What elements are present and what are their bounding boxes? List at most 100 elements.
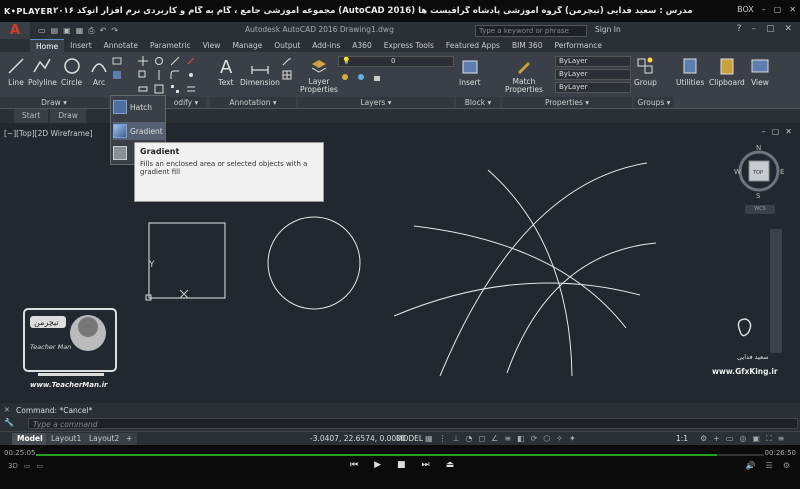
search-input[interactable]: Type a keyword or phrase [475, 25, 587, 37]
lineweight-icon[interactable]: ≡ [504, 434, 511, 443]
ribbon-tab-output[interactable]: Output [268, 39, 306, 52]
ribbon-tab-performance[interactable]: Performance [548, 39, 608, 52]
redo-icon[interactable]: ↷ [111, 26, 118, 36]
drawn-rectangle[interactable] [148, 222, 226, 299]
plot-icon[interactable]: ⎙ [88, 26, 94, 36]
transparency-icon[interactable]: ◧ [517, 434, 525, 443]
file-tab-start[interactable]: Start [14, 109, 49, 123]
circle-tool-button[interactable]: Circle [61, 56, 82, 87]
viewcube[interactable]: TOP N S E W [734, 144, 784, 200]
flyout-gradient-item[interactable]: Gradient [113, 122, 165, 140]
ribbon-tab-featured-apps[interactable]: Featured Apps [440, 39, 506, 52]
help-icon[interactable]: ? [737, 24, 742, 34]
file-tab-drawing[interactable]: Draw [50, 109, 86, 123]
player-previous-icon[interactable]: ⏮ [350, 460, 358, 470]
insert-block-button[interactable]: Insert [459, 56, 481, 87]
polar-icon[interactable]: ◔ [466, 434, 473, 443]
table-icon[interactable] [282, 70, 292, 80]
customization-icon[interactable]: ≡ [778, 434, 785, 444]
ribbon-tab-bim-360[interactable]: BIM 360 [506, 39, 549, 52]
model-space-button[interactable]: MODEL [396, 434, 423, 443]
ribbon-tab-view[interactable]: View [197, 39, 227, 52]
drawn-arc-4[interactable] [413, 225, 627, 329]
block-panel-footer[interactable]: Block ▾ [456, 97, 500, 108]
ribbon-tab-add-ins[interactable]: Add-ins [306, 39, 346, 52]
player-settings-icon[interactable]: ⚙ [783, 461, 790, 470]
otrack-icon[interactable]: ∠ [491, 434, 498, 443]
restore-icon[interactable]: ▢ [766, 24, 775, 34]
player-maximize-icon[interactable]: ▢ [774, 5, 782, 14]
rectangle-icon[interactable] [112, 56, 122, 66]
drawing-canvas[interactable]: [−][Top][2D Wireframe] – ▢ ✕ Y TOP N S E… [0, 123, 800, 403]
command-close-icon[interactable]: ✕ [4, 406, 10, 414]
grid-icon[interactable]: ▦ [425, 434, 433, 443]
ortho-icon[interactable]: ⊥ [453, 434, 460, 443]
sign-in-button[interactable]: Sign In [595, 25, 621, 34]
layer-lock-icon[interactable] [372, 72, 382, 82]
player-close-icon[interactable]: ✕ [789, 5, 796, 14]
mirror-icon[interactable] [154, 70, 164, 80]
copy-icon[interactable] [138, 70, 148, 80]
modify-panel-footer[interactable]: odify ▾ [166, 97, 206, 108]
text-tool-button[interactable]: A Text [216, 56, 236, 87]
osnap-icon[interactable]: ◻ [479, 434, 486, 443]
draw-panel-footer[interactable]: Draw ▾ [0, 97, 108, 108]
drawn-arc-2[interactable] [506, 242, 657, 374]
player-audio-track-icon[interactable]: ▭ [24, 462, 31, 470]
minimize-icon[interactable]: – [751, 24, 756, 34]
line-tool-button[interactable]: Line [6, 56, 26, 87]
snap-icon[interactable]: ⋮ [439, 434, 447, 443]
ribbon-tab-express-tools[interactable]: Express Tools [378, 39, 440, 52]
group-button[interactable]: Group [634, 56, 657, 87]
command-wrench-icon[interactable]: 🔧 [4, 418, 14, 427]
wcs-menu[interactable]: WCS [745, 205, 775, 214]
autocad-app-menu-button[interactable]: A [0, 22, 30, 39]
annotation-panel-footer[interactable]: Annotation ▾ [210, 97, 296, 108]
autoscale-icon[interactable]: ✦ [569, 434, 576, 443]
trim-icon[interactable] [170, 56, 180, 66]
annotation-monitor-icon[interactable]: + [713, 434, 720, 444]
drawn-circle[interactable] [267, 216, 361, 310]
player-eject-icon[interactable]: ⏏ [446, 460, 455, 470]
rotate-icon[interactable] [154, 56, 164, 66]
player-next-icon[interactable]: ⏭ [422, 460, 430, 470]
properties-panel-footer[interactable]: Properties ▾ [502, 97, 632, 108]
layer-properties-button[interactable]: Layer Properties [299, 56, 339, 94]
save-as-icon[interactable]: ▦ [76, 26, 84, 36]
selection-cycling-icon[interactable]: ⟳ [531, 434, 538, 443]
layer-freeze-icon[interactable] [356, 72, 366, 82]
open-file-icon[interactable]: ▤ [51, 26, 59, 36]
hatch-icon[interactable] [112, 70, 122, 80]
clean-screen-icon[interactable]: ⛶ [766, 434, 772, 444]
ribbon-tab-manage[interactable]: Manage [226, 39, 268, 52]
dimension-tool-button[interactable]: Dimension [240, 56, 280, 87]
polyline-tool-button[interactable]: Polyline [28, 56, 57, 87]
color-dropdown[interactable]: ByLayer [555, 56, 631, 67]
layout-tab-layout1[interactable]: Layout1 [46, 433, 87, 445]
layers-panel-footer[interactable]: Layers ▾ [298, 97, 454, 108]
layer-off-icon[interactable] [340, 72, 350, 82]
lineweight-dropdown[interactable]: ByLayer [555, 69, 631, 80]
linetype-dropdown[interactable]: ByLayer [555, 82, 631, 93]
add-layout-button[interactable]: + [121, 433, 138, 445]
workspace-gear-icon[interactable]: ⚙ [700, 434, 707, 444]
player-play-icon[interactable]: ▶ [374, 460, 381, 470]
ribbon-tab-a360[interactable]: A360 [346, 39, 377, 52]
close-icon[interactable]: ✕ [784, 24, 792, 34]
match-properties-button[interactable]: Match Properties [505, 56, 543, 94]
move-icon[interactable] [138, 56, 148, 66]
layout-tab-layout2[interactable]: Layout2 [84, 433, 125, 445]
leader-icon[interactable] [282, 56, 292, 66]
player-box-label[interactable]: BOX [737, 5, 754, 14]
erase-icon[interactable] [186, 56, 196, 66]
new-file-icon[interactable]: ▭ [38, 26, 46, 36]
player-subtitle-icon[interactable]: ▭ [36, 462, 43, 470]
view-button[interactable]: View [750, 56, 770, 87]
fillet-icon[interactable] [170, 70, 180, 80]
player-playlist-icon[interactable]: ☰ [766, 461, 773, 470]
player-seek-bar[interactable] [36, 454, 764, 456]
navigation-bar[interactable] [770, 229, 782, 353]
layout-tab-model[interactable]: Model [12, 433, 48, 445]
explode-icon[interactable] [186, 70, 196, 80]
ribbon-tab-insert[interactable]: Insert [64, 39, 98, 52]
